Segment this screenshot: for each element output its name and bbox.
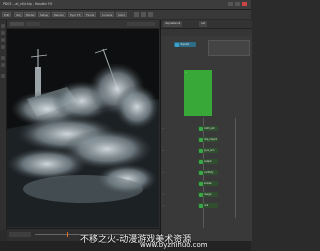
node-side-label: ... xyxy=(162,149,165,152)
toolbar-item[interactable]: Setup xyxy=(38,12,51,17)
title-bar: PD03 ...el_v04.hip - Houdini FX xyxy=(0,0,251,10)
handle-tool-icon[interactable] xyxy=(1,56,5,60)
viewer-tab[interactable] xyxy=(10,22,24,26)
scale-tool-icon[interactable] xyxy=(1,45,5,49)
toolbar-item[interactable]: Edit xyxy=(2,12,12,17)
node-icon xyxy=(199,148,203,153)
close-button[interactable] xyxy=(242,2,247,6)
network-node[interactable]: smoke xyxy=(198,181,218,186)
node-label: pyro_sim xyxy=(204,149,215,152)
frame-marker[interactable] xyxy=(67,232,68,237)
camera-dropdown[interactable] xyxy=(127,22,155,26)
select-tool-icon[interactable] xyxy=(1,24,5,28)
node-label: null xyxy=(204,204,209,207)
node-icon xyxy=(199,181,203,186)
toolbar-item[interactable]: Fluids xyxy=(84,12,97,17)
maximize-button[interactable] xyxy=(235,2,240,6)
tab-dopnetwork[interactable]: dopnetwork xyxy=(163,21,183,27)
node-icon xyxy=(199,203,203,208)
sticky-note[interactable]: ... xyxy=(184,70,212,116)
node-wire xyxy=(235,118,236,218)
network-node[interactable]: merge xyxy=(198,192,218,197)
node-side-label: ... xyxy=(162,193,165,196)
node-icon xyxy=(175,42,179,47)
shelf-icon[interactable] xyxy=(141,12,146,17)
network-path-bar[interactable] xyxy=(161,29,252,36)
node-side-label: ... xyxy=(162,171,165,174)
node-icon xyxy=(199,126,203,131)
toolbar-item[interactable]: Render xyxy=(52,12,66,17)
minimize-button[interactable] xyxy=(228,2,233,6)
viewer-tab[interactable] xyxy=(26,22,40,26)
node-label: cloth_sim xyxy=(204,127,215,130)
watermark-url: www.byzhihuo.com xyxy=(140,241,208,249)
node-info-panel xyxy=(208,40,250,56)
network-node[interactable]: null xyxy=(198,203,218,208)
rotate-tool-icon[interactable] xyxy=(1,38,5,42)
toolbar-item[interactable]: Model xyxy=(24,12,37,17)
network-node[interactable]: dopnet1 xyxy=(174,42,196,47)
node-icon xyxy=(199,137,203,142)
node-label: smoke xyxy=(204,182,212,185)
tool-sidebar xyxy=(0,20,7,230)
pose-tool-icon[interactable] xyxy=(1,63,5,67)
move-tool-icon[interactable] xyxy=(1,31,5,35)
node-side-label: ... xyxy=(162,127,165,130)
toolbar-item[interactable]: Solid xyxy=(116,12,127,17)
node-icon xyxy=(199,170,203,175)
shelf-icon[interactable] xyxy=(148,12,153,17)
node-label: merge xyxy=(204,193,212,196)
playback-controls[interactable] xyxy=(9,232,31,237)
network-node[interactable]: pyro_sim xyxy=(198,148,218,153)
viewport-render xyxy=(7,29,159,227)
shelf-toolbar: Edit Obj Model Setup Render Pyro FX Flui… xyxy=(0,10,251,19)
node-label: vorticity xyxy=(204,171,214,174)
node-label: dopnet1 xyxy=(180,43,190,46)
node-icon xyxy=(199,192,203,197)
node-icon xyxy=(199,159,203,164)
view-tool-icon[interactable] xyxy=(1,74,5,78)
network-node[interactable]: cloth_sim xyxy=(198,126,218,131)
network-node[interactable]: output xyxy=(198,159,218,164)
node-side-label: ... xyxy=(162,204,165,207)
toolbar-item[interactable]: Crowds xyxy=(100,12,115,17)
viewer-header xyxy=(7,20,159,29)
node-label: dop_import xyxy=(204,138,218,141)
node-label: output xyxy=(204,160,212,163)
network-node[interactable]: dop_import xyxy=(198,137,218,142)
toolbar-item[interactable]: Pyro FX xyxy=(68,12,83,17)
window-title: PD03 ...el_v04.hip - Houdini FX xyxy=(3,2,53,6)
scene-viewport[interactable] xyxy=(7,29,159,227)
shelf-icon[interactable] xyxy=(134,12,139,17)
network-editor-header: dopnetwork out xyxy=(161,20,252,29)
tab-out[interactable]: out xyxy=(199,21,208,27)
network-node[interactable]: vorticity xyxy=(198,170,218,175)
toolbar-item[interactable]: Obj xyxy=(14,12,23,17)
